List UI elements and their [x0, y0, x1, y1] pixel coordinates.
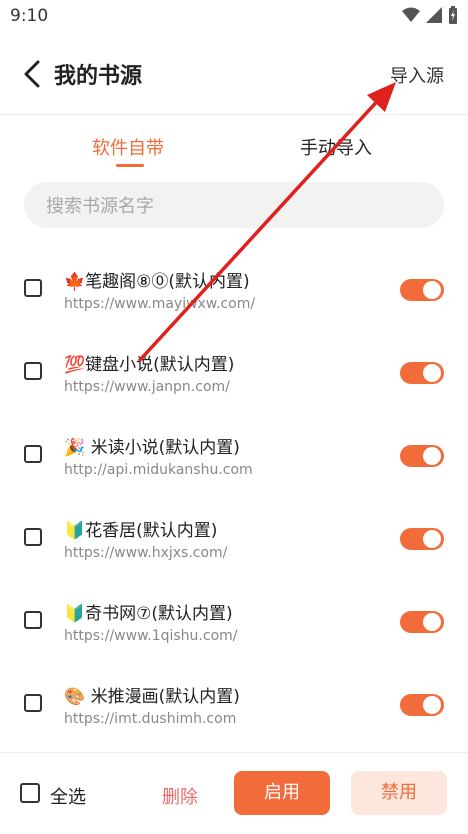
list-item: 🎨 米推漫画(默认内置) https://imt.dushimh.com [0, 661, 468, 744]
source-url: https://www.1qishu.com/ [64, 628, 238, 644]
source-url: https://www.janpn.com/ [64, 379, 230, 395]
source-emoji: 🎉 [64, 438, 86, 458]
item-checkbox[interactable] [24, 528, 42, 546]
search-input[interactable] [44, 182, 428, 230]
source-name: 米推漫画(默认内置) [85, 687, 240, 707]
tab-builtin[interactable]: 软件自带 [92, 134, 164, 160]
tab-manual-import[interactable]: 手动导入 [300, 134, 372, 160]
source-url: https://www.hxjxs.com/ [64, 545, 228, 561]
enable-toggle[interactable] [400, 611, 444, 633]
select-all-checkbox[interactable] [20, 783, 40, 803]
bottom-action-bar: 全选 删除 启用 禁用 [0, 752, 468, 834]
signal-icon [426, 7, 442, 23]
source-emoji: 🎨 [64, 687, 86, 707]
source-emoji: 🔰 [64, 521, 86, 541]
source-title: 💯键盘小说(默认内置) [64, 350, 234, 375]
source-url: https://www.mayiwxw.com/ [64, 296, 256, 312]
source-name: 花香居(默认内置) [85, 521, 218, 541]
enable-toggle[interactable] [400, 694, 444, 716]
source-url: http://api.midukanshu.com [64, 462, 253, 478]
enable-toggle[interactable] [400, 362, 444, 384]
status-bar: 9:10 [0, 0, 468, 34]
tab-bar: 软件自带 手动导入 [0, 126, 468, 174]
enable-toggle[interactable] [400, 445, 444, 467]
item-checkbox[interactable] [24, 362, 42, 380]
back-icon[interactable] [18, 56, 48, 92]
disable-button[interactable]: 禁用 [351, 771, 447, 815]
source-list: 🍁笔趣阁⑧⓪(默认内置) https://www.mayiwxw.com/ 💯键… [0, 246, 468, 744]
source-emoji: 🍁 [64, 272, 86, 292]
source-title: 🔰奇书网⑦(默认内置) [64, 599, 233, 624]
source-name: 奇书网⑦(默认内置) [85, 604, 233, 624]
item-checkbox[interactable] [24, 694, 42, 712]
item-checkbox[interactable] [24, 611, 42, 629]
page-title: 我的书源 [54, 64, 143, 89]
delete-button[interactable]: 删除 [162, 783, 198, 809]
enable-toggle[interactable] [400, 279, 444, 301]
item-checkbox[interactable] [24, 279, 42, 297]
source-name: 笔趣阁⑧⓪(默认内置) [85, 272, 250, 292]
source-title: 🔰花香居(默认内置) [64, 516, 217, 541]
list-item: 💯键盘小说(默认内置) https://www.janpn.com/ [0, 329, 468, 412]
list-item: 🍁笔趣阁⑧⓪(默认内置) https://www.mayiwxw.com/ [0, 246, 468, 329]
toggle-knob [423, 530, 441, 548]
toggle-knob [423, 281, 441, 299]
battery-icon [449, 6, 457, 24]
select-all-label[interactable]: 全选 [50, 783, 86, 809]
source-name: 键盘小说(默认内置) [85, 355, 235, 375]
toggle-knob [423, 613, 441, 631]
list-item: 🔰奇书网⑦(默认内置) https://www.1qishu.com/ [0, 578, 468, 661]
header: 我的书源 导入源 [0, 34, 468, 115]
status-time: 9:10 [10, 6, 49, 26]
status-icons [402, 6, 458, 24]
wifi-icon [402, 7, 420, 22]
search-bar [24, 182, 444, 230]
enable-toggle[interactable] [400, 528, 444, 550]
source-url: https://imt.dushimh.com [64, 711, 237, 727]
source-emoji: 🔰 [64, 604, 86, 624]
source-name: 米读小说(默认内置) [85, 438, 240, 458]
toggle-knob [423, 696, 441, 714]
toggle-knob [423, 447, 441, 465]
import-source-button[interactable]: 导入源 [390, 62, 444, 88]
list-item: 🔰花香居(默认内置) https://www.hxjxs.com/ [0, 495, 468, 578]
enable-button[interactable]: 启用 [234, 771, 330, 815]
item-checkbox[interactable] [24, 445, 42, 463]
tab-active-indicator [116, 164, 144, 167]
source-title: 🎨 米推漫画(默认内置) [64, 682, 240, 707]
list-item: 🎉 米读小说(默认内置) http://api.midukanshu.com [0, 412, 468, 495]
source-title: 🎉 米读小说(默认内置) [64, 433, 240, 458]
source-title: 🍁笔趣阁⑧⓪(默认内置) [64, 267, 250, 292]
source-emoji: 💯 [64, 355, 86, 375]
toggle-knob [423, 364, 441, 382]
